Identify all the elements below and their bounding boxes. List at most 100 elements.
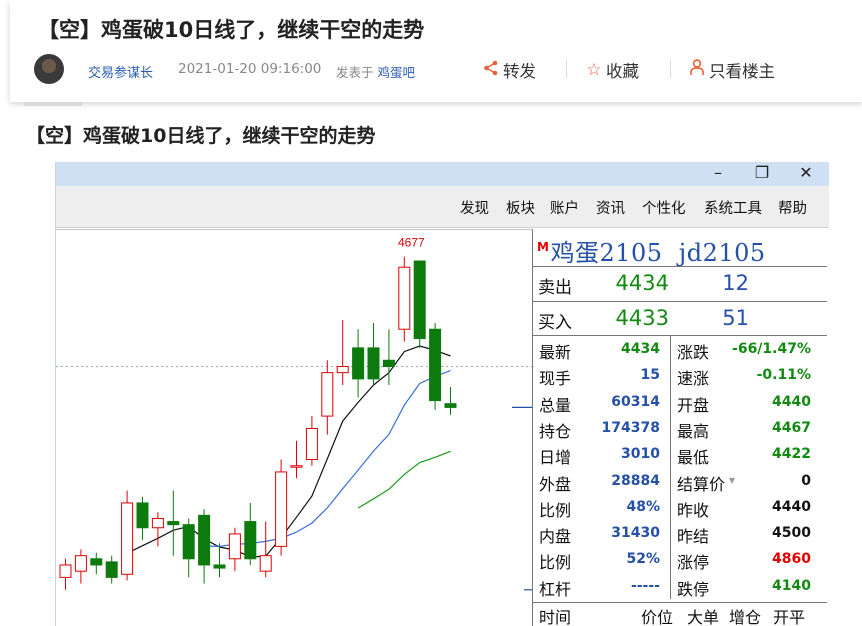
favorite-button[interactable]: ☆ 收藏 [584,58,639,82]
quote-label: 最新 [539,343,572,362]
quote-row: 比例 48% 昨收 4440 [533,494,827,520]
quote-label: 涨停 [677,553,710,573]
candle-body [121,502,134,575]
candle [336,319,349,386]
bid-row[interactable]: 买入 4433 51 [533,301,827,336]
ma20-line [357,450,451,509]
quote-row: 比例 52% 涨停 4860 [533,546,827,572]
menu-account[interactable]: 账户 [550,197,579,218]
forum-link[interactable]: 鸡蛋吧 [378,65,416,80]
candle-body [259,555,272,572]
candle-body [275,471,288,547]
candle-body [151,517,164,529]
menu-personalize[interactable]: 个性化 [642,197,686,218]
candle [398,256,411,342]
candle [167,490,180,556]
bid-volume: 51 [722,306,749,330]
quote-value: 31430 [611,525,660,542]
share-icon [481,60,501,81]
contract-title: M鸡蛋2105 jd2105 [537,233,766,268]
quote-value: 4140 [772,577,811,594]
share-label: 转发 [503,62,536,81]
high-price-label: 4677 [398,236,425,250]
ma5-line [126,345,451,558]
contract-code: jd2105 [678,239,766,267]
menu-news[interactable]: 资讯 [596,197,625,218]
close-button[interactable]: ✕ [786,162,826,186]
ask-row[interactable]: 卖出 4434 12 [533,266,827,301]
author-link[interactable]: 交易参谋长 [88,62,153,81]
candle-body [305,428,318,461]
candle-body [398,266,411,330]
bid-label: 买入 [538,313,572,333]
header-underbar [24,102,82,106]
candle-body [136,502,149,529]
quote-row: 外盘 28884 结算价 0 ▾ [533,468,827,494]
quote-value: 15 [640,367,660,384]
minimize-button[interactable]: – [698,162,738,186]
quote-label: 内盘 [539,527,572,547]
settlement-dropdown-icon[interactable]: ▾ [729,473,735,487]
tick-header-oi-change: 增仓 [729,608,762,626]
bid-price: 4433 [615,306,669,330]
candle [151,512,164,547]
candle [382,329,395,386]
star-icon: ☆ [586,60,602,80]
candle-body [336,365,349,374]
candle-body [105,561,118,578]
candle-body [182,524,195,560]
menu-help[interactable]: 帮助 [778,197,807,218]
candle-body [74,555,87,572]
candle [305,416,318,466]
menu-system-tools[interactable]: 系统工具 [704,197,762,218]
candle [352,329,365,398]
quote-label: 现手 [539,369,572,389]
grid-divider [670,335,671,599]
quote-row: 最新 4434 涨跌 -66/1.47% [533,336,827,362]
candle [290,440,303,479]
post-body-title: 【空】鸡蛋破10日线了，继续干空的走势 [26,125,376,147]
candle [121,490,134,581]
quote-row: 内盘 31430 昨结 4500 [533,520,827,546]
quote-value: 48% [626,498,660,515]
window-titlebar: – ❐ ✕ [56,162,829,186]
quote-value: 4860 [772,551,811,568]
candle-body [413,260,426,340]
kline-chart-svg: 4677 [56,236,532,591]
candle-body [244,521,257,560]
quote-value: 4440 [772,393,811,410]
ask-price: 4434 [615,271,669,295]
share-button[interactable]: 转发 [481,58,536,82]
contract-flag: M [537,240,550,254]
post-title: 【空】鸡蛋破10日线了，继续干空的走势 [38,18,425,42]
candle-body [290,465,303,468]
candle-body [59,564,72,578]
posted-in: 发表于 鸡蛋吧 [336,62,415,81]
menu-discover[interactable]: 发现 [460,197,489,218]
candle-body [321,372,334,417]
restore-button[interactable]: ❐ [742,162,782,186]
quote-label: 昨结 [677,527,710,547]
candle [429,323,442,410]
tick-header-bigorder: 大单 [687,608,720,626]
quote-value: -0.11% [756,367,811,384]
candle-body [444,403,457,408]
menu-sectors[interactable]: 板块 [506,197,535,218]
candle [74,549,87,584]
candle-body [429,328,442,402]
quote-label: 最低 [677,448,710,468]
candle-body [167,521,180,526]
candle-body [90,558,103,566]
candle [244,502,257,565]
quote-label: 外盘 [539,474,572,494]
menu-bar: 发现 板块 账户 资讯 个性化 系统工具 帮助 [56,186,829,228]
quote-label: 开盘 [677,395,710,415]
posted-in-prefix: 发表于 [336,65,374,80]
kline-chart[interactable]: 4677 [56,229,532,626]
avatar[interactable] [34,54,64,84]
trading-app-screenshot: – ❐ ✕ 发现 板块 账户 资讯 个性化 系统工具 帮助 4677 M鸡蛋21… [55,162,829,626]
quote-label: 涨跌 [677,343,710,362]
quote-row: 现手 15 速涨 -0.11% [533,362,827,388]
op-only-button[interactable]: 只看楼主 [687,58,775,82]
quote-label: 结算价 [677,474,726,494]
